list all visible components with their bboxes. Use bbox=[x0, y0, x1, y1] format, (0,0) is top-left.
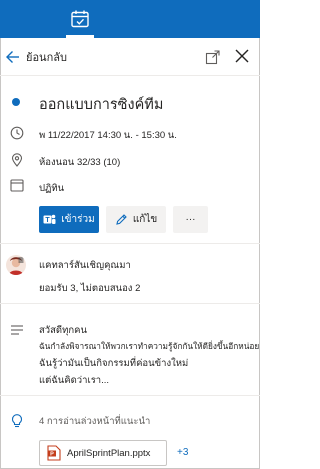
popout-button[interactable] bbox=[205, 49, 221, 65]
close-button[interactable] bbox=[235, 49, 249, 63]
attachment-filename: AprilSprintPlan.pptx bbox=[67, 447, 151, 459]
join-label: เข้าร่วม bbox=[61, 214, 95, 225]
back-arrow-icon bbox=[6, 51, 19, 63]
event-calendar: ปฏิทิน bbox=[39, 183, 65, 194]
powerpoint-icon: P bbox=[47, 445, 61, 461]
event-location[interactable]: ห้องนอน 32/33 (10) bbox=[39, 155, 120, 170]
back-label: ย้อนกลับ bbox=[26, 52, 67, 64]
back-button[interactable]: ย้อนกลับ bbox=[6, 47, 67, 67]
section-divider bbox=[0, 243, 260, 244]
attachment-card[interactable]: P AprilSprintPlan.pptx bbox=[39, 440, 167, 466]
location-pin-icon bbox=[11, 153, 23, 167]
calendar-tab[interactable] bbox=[60, 0, 100, 38]
event-title: ออกแบบการซิงค์ทีม bbox=[39, 97, 164, 113]
more-options-button[interactable]: ··· bbox=[173, 206, 208, 233]
notes-icon bbox=[11, 325, 23, 335]
notes-line-4: แต่ฉันคิดว่าเรา... bbox=[39, 375, 110, 386]
svg-text:T: T bbox=[46, 217, 51, 224]
calendar-check-icon bbox=[71, 10, 89, 28]
calendar-icon bbox=[10, 179, 24, 192]
more-files-link[interactable]: +3 bbox=[177, 447, 188, 458]
join-button[interactable]: T เข้าร่วม bbox=[39, 206, 99, 233]
organizer-line: แคทลาร์สันเชิญคุณมา bbox=[39, 260, 131, 271]
notes-line-1: สวัสดีทุกคน bbox=[39, 325, 87, 336]
event-datetime: พ 11/22/2017 14:30 น. - 15:30 น. bbox=[39, 130, 177, 141]
organizer-photo bbox=[6, 255, 26, 275]
prep-heading: 4 การอ่านล่วงหน้าที่แนะนำ bbox=[39, 416, 151, 427]
event-status-dot bbox=[12, 98, 20, 106]
notes-line-3: ฉันรู้ว่ามันเป็นกิจกรรมที่ค่อนข้างใหม่ bbox=[39, 358, 189, 369]
more-label: ··· bbox=[185, 214, 196, 225]
edit-button[interactable]: แก้ไข bbox=[106, 206, 166, 233]
pencil-icon bbox=[116, 214, 127, 225]
nav-bar: ย้อนกลับ bbox=[0, 38, 260, 76]
popout-icon bbox=[205, 50, 220, 65]
close-icon bbox=[235, 49, 249, 63]
avatar[interactable] bbox=[6, 255, 26, 275]
section-divider bbox=[0, 395, 260, 396]
responses-line[interactable]: ยอมรับ 3, ไม่ตอบสนอง 2 bbox=[39, 281, 140, 296]
teams-icon: T bbox=[43, 214, 56, 224]
app-header bbox=[0, 0, 260, 38]
edit-label: แก้ไข bbox=[132, 214, 158, 225]
svg-text:P: P bbox=[50, 451, 54, 457]
clock-icon bbox=[10, 126, 24, 140]
lightbulb-icon bbox=[11, 414, 23, 428]
notes-line-2: ฉันกำลังพิจารณาให้พวกเราทำความรู้จักกันใ… bbox=[39, 341, 260, 351]
section-divider bbox=[0, 303, 260, 304]
